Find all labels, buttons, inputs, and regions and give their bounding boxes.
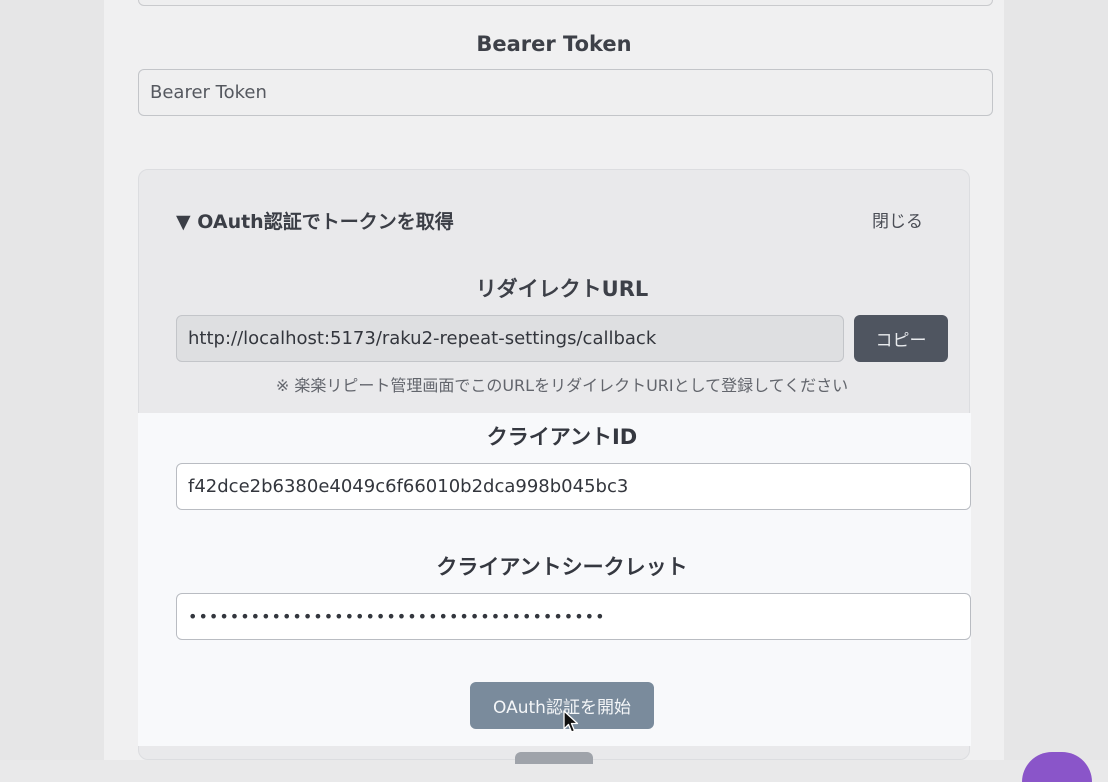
- start-oauth-button[interactable]: OAuth認証を開始: [470, 682, 654, 729]
- client-secret-label: クライアントシークレット: [436, 555, 688, 579]
- dimmed-side-left: [0, 0, 104, 760]
- client-id-input[interactable]: [176, 463, 971, 510]
- arrow-cursor-icon: [563, 710, 579, 733]
- redirect-url-note: ※ 楽楽リピート管理画面でこのURLをリダイレクトURIとして登録してください: [275, 376, 849, 395]
- dimmed-side-right: [1004, 0, 1108, 760]
- bearer-token-input[interactable]: [138, 69, 993, 116]
- close-oauth-button[interactable]: 閉じる: [872, 209, 923, 235]
- client-secret-input[interactable]: [176, 593, 971, 640]
- oauth-section-toggle[interactable]: ▼ OAuth認証でトークンを取得: [176, 208, 454, 236]
- redirect-url-label: リダイレクトURL: [475, 277, 649, 301]
- previous-input-field[interactable]: [138, 0, 993, 6]
- redirect-url-input[interactable]: [176, 315, 844, 362]
- bearer-token-label: Bearer Token: [476, 32, 632, 56]
- copy-redirect-url-button[interactable]: コピー: [854, 315, 948, 362]
- client-id-label: クライアントID: [486, 425, 638, 449]
- next-section-button[interactable]: [515, 752, 593, 764]
